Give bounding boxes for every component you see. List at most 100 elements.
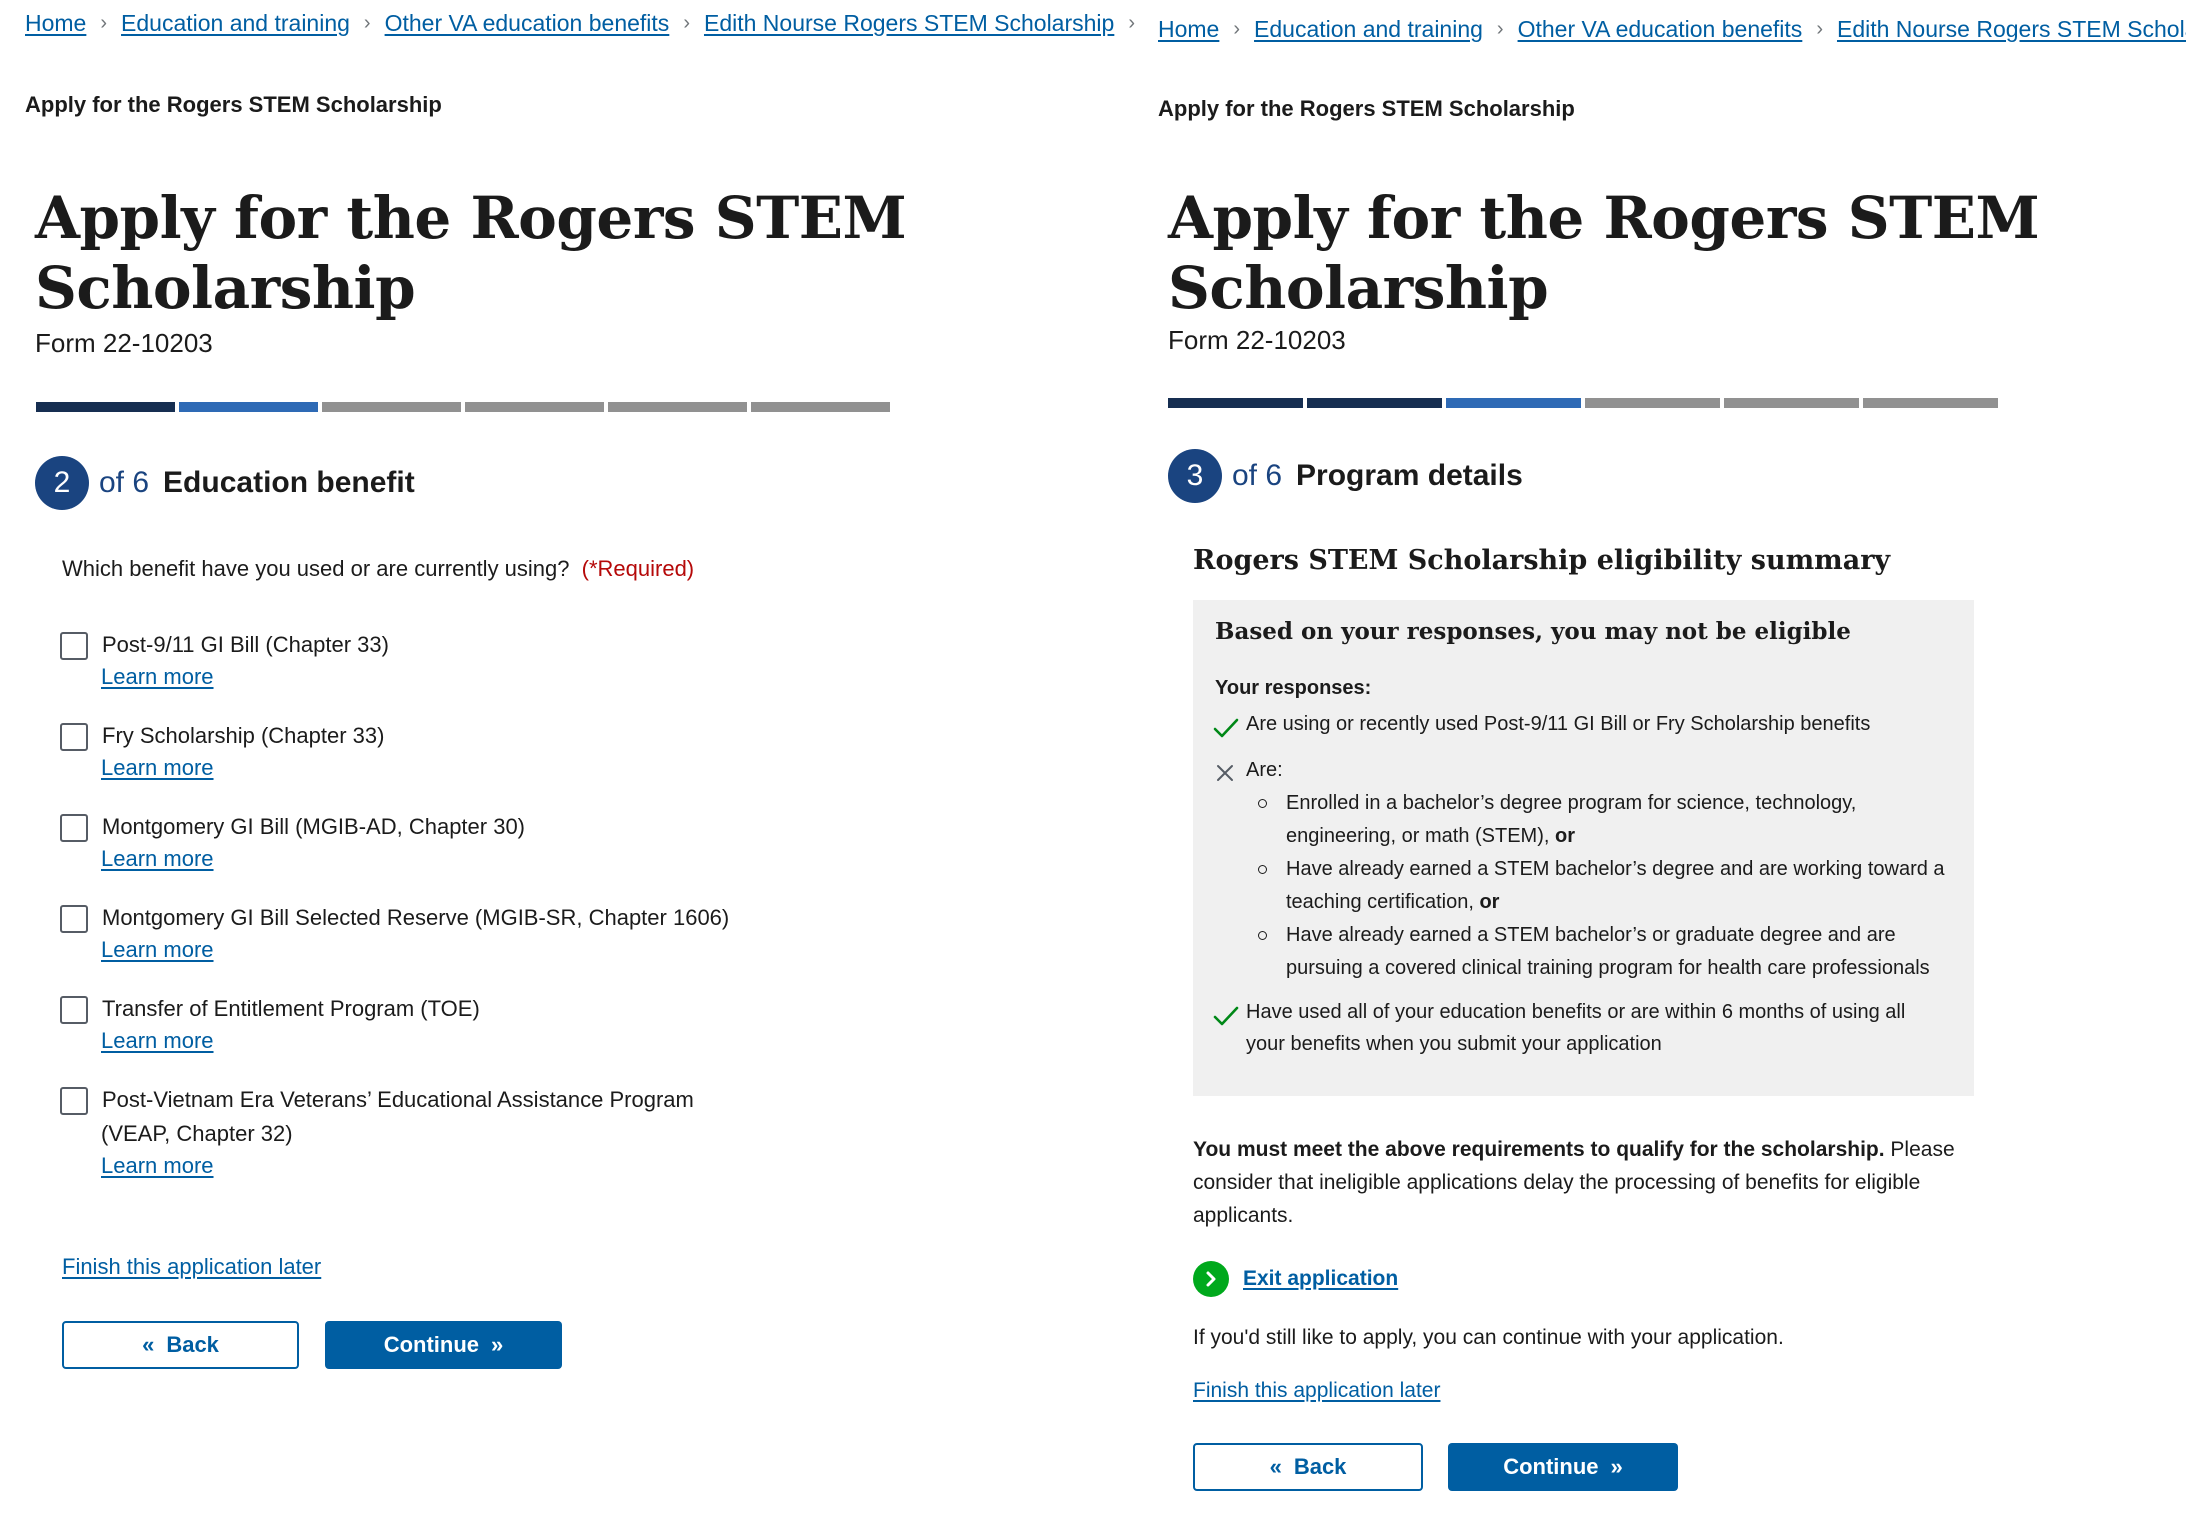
page-tag: Apply for the Rogers STEM Scholarship bbox=[1158, 96, 1575, 121]
option-label[interactable]: Montgomery GI Bill (MGIB-AD, Chapter 30) bbox=[102, 810, 525, 844]
back-button[interactable]: « Back bbox=[1193, 1443, 1423, 1491]
option-label-line-2: (VEAP, Chapter 32) bbox=[101, 1121, 293, 1146]
progress-segment-pending bbox=[1724, 398, 1859, 408]
list-item: Have already earned a STEM bachelor’s de… bbox=[1256, 853, 1966, 919]
response-3-line-2: your benefits when you submit your appli… bbox=[1246, 1033, 1662, 1055]
chevron-right-circle-icon bbox=[1193, 1261, 1229, 1297]
page-tag: Apply for the Rogers STEM Scholarship bbox=[25, 92, 442, 117]
question-text: Which benefit have you used or are curre… bbox=[62, 556, 570, 581]
bullet-or: or bbox=[1555, 825, 1575, 847]
bullet-line-1: Have already earned a STEM bachelor’s de… bbox=[1286, 858, 1945, 880]
alert-heading: Based on your responses, you may not be … bbox=[1215, 618, 1851, 645]
progress-segment-pending bbox=[751, 402, 890, 412]
option-label[interactable]: Post-9/11 GI Bill (Chapter 33) bbox=[102, 628, 389, 662]
breadcrumb: Home › Education and training › Other VA… bbox=[25, 10, 1149, 37]
checkbox[interactable] bbox=[60, 905, 88, 933]
chevron-right-icon: › bbox=[683, 12, 690, 34]
breadcrumb-other-benefits[interactable]: Other VA education benefits bbox=[1518, 16, 1803, 43]
continue-button[interactable]: Continue » bbox=[1448, 1443, 1678, 1491]
benefit-option-mgib-ad: Montgomery GI Bill (MGIB-AD, Chapter 30)… bbox=[60, 814, 525, 872]
list-item: Enrolled in a bachelor’s degree program … bbox=[1256, 787, 1966, 853]
bullet-or: or bbox=[1479, 891, 1500, 913]
requirements-notice: You must meet the above requirements to … bbox=[1193, 1133, 1955, 1232]
benefit-option-fry: Fry Scholarship (Chapter 33) Learn more bbox=[60, 723, 384, 781]
step-indicator: 2 of 6 Education benefit bbox=[35, 456, 415, 510]
response-3: Have used all of your education benefits… bbox=[1246, 996, 1905, 1060]
back-button[interactable]: « Back bbox=[62, 1321, 299, 1369]
breadcrumb-home[interactable]: Home bbox=[1158, 16, 1219, 43]
response-1: Are using or recently used Post-9/11 GI … bbox=[1246, 713, 1871, 735]
chevron-right-icon: › bbox=[1496, 18, 1504, 40]
progress-segment-pending bbox=[1863, 398, 1998, 408]
still-apply-text: If you'd still like to apply, you can co… bbox=[1193, 1326, 1784, 1349]
chevron-right-icon: › bbox=[1128, 12, 1135, 34]
chevron-right-icon bbox=[1206, 1271, 1216, 1287]
chevron-right-icon: › bbox=[363, 12, 371, 34]
progress-segment-complete bbox=[36, 402, 175, 412]
response-2-list: Enrolled in a bachelor’s degree program … bbox=[1256, 787, 1966, 985]
benefit-option-mgib-sr: Montgomery GI Bill Selected Reserve (MGI… bbox=[60, 905, 729, 963]
progress-segment-pending bbox=[465, 402, 604, 412]
finish-later-link[interactable]: Finish this application later bbox=[62, 1254, 321, 1280]
back-label: Back bbox=[1293, 1454, 1347, 1479]
bullet-line-1: Enrolled in a bachelor’s degree program … bbox=[1286, 792, 1857, 814]
bullet-line-2: pursuing a covered clinical training pro… bbox=[1286, 957, 1930, 979]
exit-application-link[interactable]: Exit application bbox=[1243, 1267, 1398, 1291]
requirements-line-3: applicants. bbox=[1193, 1204, 1294, 1227]
progress-segment-complete bbox=[1168, 398, 1303, 408]
breadcrumb-education[interactable]: Education and training bbox=[1254, 16, 1483, 43]
requirements-bold: You must meet the above requirements to … bbox=[1193, 1138, 1885, 1161]
breadcrumb-education[interactable]: Education and training bbox=[121, 10, 350, 37]
chevron-right-icon: › bbox=[100, 12, 108, 34]
question-label: Which benefit have you used or are curre… bbox=[62, 556, 694, 582]
double-chevron-left-icon: « bbox=[142, 1332, 155, 1357]
response-2-label: Are: bbox=[1246, 759, 1283, 781]
bullet-line-1: Have already earned a STEM bachelor’s or… bbox=[1286, 924, 1896, 946]
checkbox[interactable] bbox=[60, 632, 88, 660]
checkbox[interactable] bbox=[60, 814, 88, 842]
finish-later-link[interactable]: Finish this application later bbox=[1193, 1379, 1440, 1403]
option-label[interactable]: Montgomery GI Bill Selected Reserve (MGI… bbox=[102, 901, 729, 935]
close-icon bbox=[1217, 765, 1233, 781]
step-of: of 6 bbox=[1232, 459, 1283, 492]
requirements-rest: Please bbox=[1884, 1138, 1955, 1161]
learn-more-link[interactable]: Learn more bbox=[101, 1153, 694, 1179]
eligibility-alert: Based on your responses, you may not be … bbox=[1193, 600, 1974, 1096]
title-line-2: Scholarship bbox=[35, 254, 416, 322]
option-label[interactable]: Fry Scholarship (Chapter 33) bbox=[102, 719, 384, 753]
title-line-2: Scholarship bbox=[1168, 254, 1549, 322]
learn-more-link[interactable]: Learn more bbox=[101, 664, 389, 690]
double-chevron-right-icon: » bbox=[1610, 1454, 1623, 1479]
title-line-1: Apply for the Rogers STEM bbox=[1168, 184, 2040, 252]
breadcrumb-home[interactable]: Home bbox=[25, 10, 86, 37]
checkmark-icon bbox=[1213, 718, 1239, 738]
required-marker: (*Required) bbox=[581, 556, 695, 581]
exit-application-action[interactable]: Exit application bbox=[1193, 1261, 1398, 1297]
breadcrumb-other-benefits[interactable]: Other VA education benefits bbox=[385, 10, 670, 37]
benefit-option-post911: Post-9/11 GI Bill (Chapter 33) Learn mor… bbox=[60, 632, 389, 690]
learn-more-link[interactable]: Learn more bbox=[101, 937, 729, 963]
benefit-option-toe: Transfer of Entitlement Program (TOE) Le… bbox=[60, 996, 480, 1054]
option-label[interactable]: Post-Vietnam Era Veterans’ Educational A… bbox=[101, 1083, 694, 1151]
checkbox[interactable] bbox=[60, 996, 88, 1024]
breadcrumb-stem-scholarship[interactable]: Edith Nourse Rogers STEM Scholarship bbox=[704, 10, 1114, 37]
chevron-right-icon: › bbox=[1816, 18, 1823, 40]
double-chevron-right-icon: » bbox=[491, 1332, 504, 1357]
progress-segment-current bbox=[1446, 398, 1581, 408]
checkbox[interactable] bbox=[60, 1087, 88, 1115]
benefit-option-veap: Post-Vietnam Era Veterans’ Educational A… bbox=[60, 1087, 694, 1179]
requirements-line-2: consider that ineligible applications de… bbox=[1193, 1171, 1921, 1194]
checkmark-icon bbox=[1213, 1006, 1239, 1026]
list-item: Have already earned a STEM bachelor’s or… bbox=[1256, 919, 1966, 985]
learn-more-link[interactable]: Learn more bbox=[101, 846, 525, 872]
chevron-right-icon: › bbox=[1233, 18, 1241, 40]
progress-bar bbox=[1168, 398, 1998, 408]
progress-segment-pending bbox=[1585, 398, 1720, 408]
learn-more-link[interactable]: Learn more bbox=[101, 1028, 480, 1054]
breadcrumb-stem-scholarship[interactable]: Edith Nourse Rogers STEM Scholarship bbox=[1837, 16, 2186, 43]
continue-button[interactable]: Continue » bbox=[325, 1321, 562, 1369]
progress-segment-complete bbox=[1307, 398, 1442, 408]
checkbox[interactable] bbox=[60, 723, 88, 751]
option-label[interactable]: Transfer of Entitlement Program (TOE) bbox=[102, 992, 480, 1026]
learn-more-link[interactable]: Learn more bbox=[101, 755, 384, 781]
